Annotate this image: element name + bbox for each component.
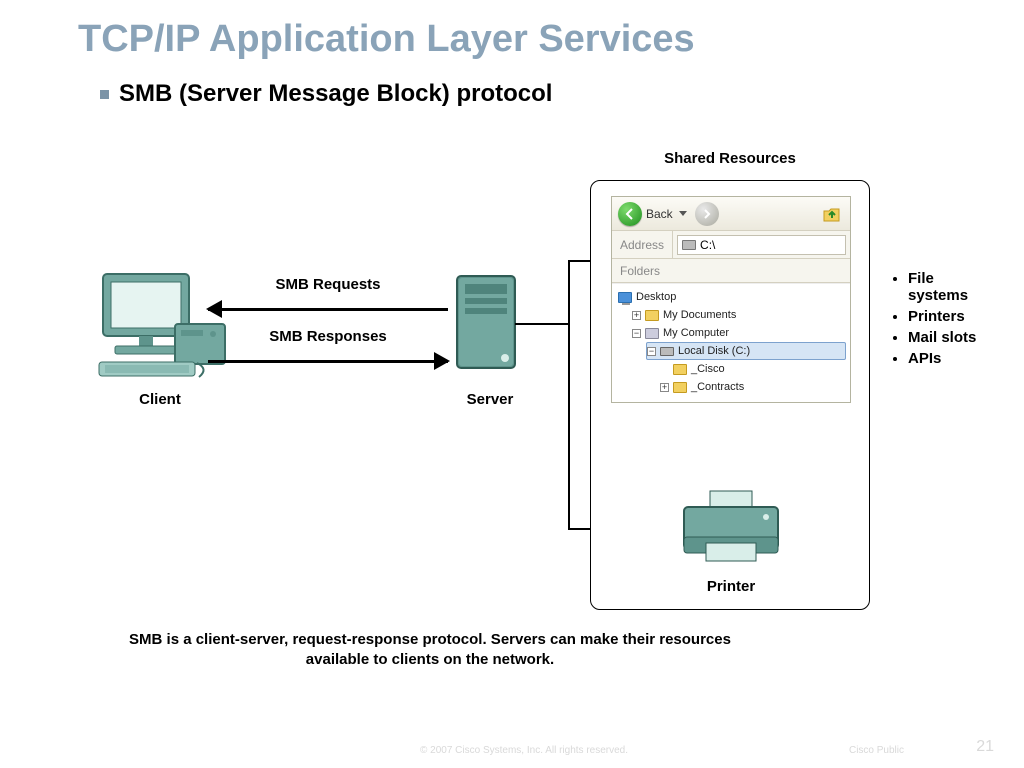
folder-tree: Desktop + My Documents − My Computer − L… xyxy=(612,283,850,402)
back-label: Back xyxy=(646,207,673,221)
tree-item-my-documents[interactable]: + My Documents xyxy=(632,306,846,324)
client-label: Client xyxy=(70,391,250,408)
smb-requests-label: SMB Requests xyxy=(208,276,448,293)
address-label: Address xyxy=(612,231,673,258)
address-field[interactable]: C:\ xyxy=(677,235,846,255)
expand-icon[interactable]: + xyxy=(660,383,669,392)
drive-icon xyxy=(682,240,696,250)
tree-item-my-computer[interactable]: − My Computer xyxy=(632,324,846,342)
tree-label: _Contracts xyxy=(691,381,744,393)
list-item: Printers xyxy=(908,308,980,325)
list-item: Mail slots xyxy=(908,329,980,346)
arrow-left-icon xyxy=(624,208,636,220)
desktop-icon xyxy=(618,292,632,303)
arrow-right-icon xyxy=(702,209,712,219)
tree-item-local-disk[interactable]: − Local Disk (C:) xyxy=(646,342,846,360)
server: Server xyxy=(430,270,550,408)
subtitle-row: SMB (Server Message Block) protocol xyxy=(100,80,552,108)
page-number: 21 xyxy=(976,738,994,756)
smb-responses-arrow: SMB Responses xyxy=(208,350,448,374)
shared-resources-label: Shared Resources xyxy=(590,150,870,167)
tree-item-desktop[interactable]: Desktop xyxy=(618,288,846,306)
explorer-toolbar: Back xyxy=(612,197,850,231)
diagram-area: Shared Resources Client Server xyxy=(60,130,980,670)
diagram-caption: SMB is a client-server, request-response… xyxy=(110,630,750,671)
printer-icon xyxy=(676,489,786,569)
up-folder-button[interactable] xyxy=(820,202,844,226)
connector-line xyxy=(568,260,570,530)
square-bullet-icon xyxy=(100,90,109,99)
printer-label: Printer xyxy=(671,578,791,595)
tree-label: My Documents xyxy=(663,309,736,321)
tree-label: _Cisco xyxy=(691,363,725,375)
tree-item-cisco[interactable]: _Cisco xyxy=(660,360,846,378)
resource-box: Back Address C:\ Folde xyxy=(590,180,870,610)
folder-icon xyxy=(673,382,687,393)
tree-item-contracts[interactable]: + _Contracts xyxy=(660,378,846,396)
tree-label: Local Disk (C:) xyxy=(678,345,750,357)
slide-footer: © 2007 Cisco Systems, Inc. All rights re… xyxy=(0,734,1024,762)
server-label: Server xyxy=(430,391,550,408)
forward-button[interactable] xyxy=(695,202,719,226)
printer: Printer xyxy=(671,489,791,595)
folder-icon xyxy=(673,364,687,375)
server-icon xyxy=(445,270,535,380)
list-item: APIs xyxy=(908,350,980,367)
folder-icon xyxy=(645,310,659,321)
smb-responses-label: SMB Responses xyxy=(208,328,448,345)
address-bar: Address C:\ xyxy=(612,231,850,259)
tree-label: My Computer xyxy=(663,327,729,339)
computer-icon xyxy=(645,328,659,339)
expand-icon[interactable]: + xyxy=(632,311,641,320)
footer-label: Cisco Public xyxy=(849,745,904,756)
resource-type-list: File systems Printers Mail slots APIs xyxy=(890,270,980,371)
smb-requests-arrow: SMB Requests xyxy=(208,298,448,322)
arrow-left-icon xyxy=(206,300,222,318)
footer-copyright: © 2007 Cisco Systems, Inc. All rights re… xyxy=(420,745,628,756)
chevron-down-icon[interactable] xyxy=(679,211,687,216)
arrow-right-icon xyxy=(434,352,450,370)
address-value: C:\ xyxy=(700,238,715,252)
collapse-icon[interactable]: − xyxy=(632,329,641,338)
collapse-icon[interactable]: − xyxy=(647,347,656,356)
list-item: File systems xyxy=(908,270,980,304)
connector-line xyxy=(515,323,570,325)
tree-label: Desktop xyxy=(636,291,676,303)
folder-up-icon xyxy=(822,205,842,223)
back-button[interactable] xyxy=(618,202,642,226)
subtitle-text: SMB (Server Message Block) protocol xyxy=(119,80,552,108)
explorer-window: Back Address C:\ Folde xyxy=(611,196,851,403)
slide-title: TCP/IP Application Layer Services xyxy=(78,18,695,61)
folders-header: Folders xyxy=(612,259,850,283)
drive-icon xyxy=(660,347,674,356)
